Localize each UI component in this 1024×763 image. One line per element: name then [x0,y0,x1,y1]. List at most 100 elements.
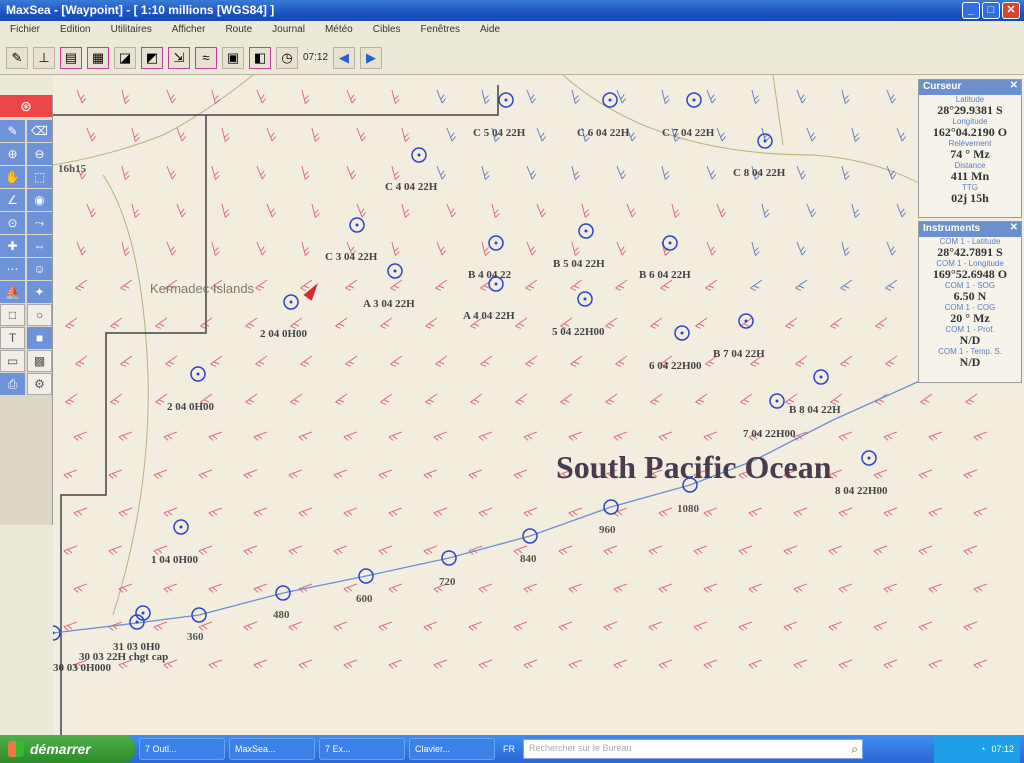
pattern-tool-icon[interactable]: ▩ [27,350,52,372]
minimize-button[interactable]: _ [962,2,980,19]
wind-barb [73,431,88,441]
taskbar-item-outlook[interactable]: 7 Outl... [139,738,225,760]
menu-edition[interactable]: Edition [60,24,91,38]
route-tool-icon[interactable]: ⤳ [27,212,52,234]
forward-arrow-icon[interactable]: ▶ [360,46,383,69]
waypoint-label: C 3 04 22H [325,251,378,263]
ruler-tool-button[interactable]: ⊥ [33,46,55,69]
wind-barb [478,431,493,441]
wind-barb [198,469,213,479]
wind-barb [706,241,717,256]
wind-barb [783,621,798,631]
wind-barb [560,393,573,405]
menu-afficher[interactable]: Afficher [172,24,206,38]
wind-barb [806,127,817,142]
close-icon[interactable]: ✕ [1010,222,1018,233]
close-icon[interactable]: ✕ [1010,80,1018,91]
wind-barb [300,355,313,367]
boat-tool-icon[interactable]: ⛵ [0,281,25,303]
measure-tool-icon[interactable]: ⇔ [27,235,52,257]
fill-tool-icon[interactable]: ■ [27,327,52,349]
cursor-longitude-value: 162°04.2190 O [932,125,1008,139]
wind-barb [570,355,583,367]
circle-tool-icon[interactable]: ○ [27,304,52,326]
wind-barb [965,393,978,405]
maximize-button[interactable]: □ [982,2,1000,19]
menu-meteo[interactable]: Météo [325,24,353,38]
search-icon[interactable]: ⌕ [851,742,858,757]
zoom-out-icon[interactable]: ⊖ [27,143,52,165]
chart-map[interactable]: 16h15 Kermadec Islands South Pacific Oce… [53,75,1024,735]
marker-tool-button[interactable]: ✎ [0,120,25,142]
grib-button[interactable]: ⇲ [168,46,190,69]
wind-barb [838,431,853,441]
start-button[interactable]: démarrer [0,735,135,763]
pencil-tool-button[interactable]: ✎ [6,46,28,69]
overlay-button[interactable]: ◧ [249,46,271,69]
layers-button[interactable]: ▤ [60,46,82,69]
wind-barb [266,127,277,142]
eraser-tool-button[interactable]: ⌫ [27,120,52,142]
menu-route[interactable]: Route [225,24,252,38]
symbol-tool-icon[interactable]: ☺ [27,258,52,280]
menu-fichier[interactable]: Fichier [10,24,40,38]
clock-icon[interactable]: ◷ [276,46,298,69]
language-indicator[interactable]: FR [499,740,519,758]
wind-barb [716,203,727,218]
wind-barb [885,355,898,367]
select-icon[interactable]: ⬚ [27,166,52,188]
menu-cibles[interactable]: Cibles [373,24,401,38]
desktop-search-input[interactable]: Rechercher sur le Bureau ⌕ [523,739,863,759]
wind-barb [525,355,538,367]
close-button[interactable]: ✕ [1002,2,1020,19]
wind-barb [693,545,708,555]
taskbar-item-maxsea[interactable]: MaxSea... [229,738,315,760]
waypoint-tool-icon[interactable]: ⊙ [0,212,25,234]
wind-barb [380,317,393,329]
wind-barb [333,621,348,631]
wind-barb [110,393,123,405]
wind-barb [571,165,580,180]
route-layer-button[interactable]: ◪ [114,46,136,69]
track-tool-icon[interactable]: ⋯ [0,258,25,280]
waypoint-center-dot [692,98,696,102]
lifebuoy-icon[interactable]: ⊛ [0,95,52,117]
clock[interactable]: 07:12 [991,744,1014,754]
back-arrow-icon[interactable]: ◀ [333,46,356,69]
weather-layer-button[interactable]: ◩ [141,46,163,69]
wind-barb [343,431,358,441]
instr-longitude-value: 169°52.6948 O [932,267,1008,281]
wind-barb [695,317,708,329]
network-icon[interactable]: ◔ [980,744,985,754]
task-label: 7 Outl... [145,744,177,754]
mark-tool-icon[interactable]: ✚ [0,235,25,257]
distance-label: 960 [599,524,616,536]
wind-barb [266,203,277,218]
current-button[interactable]: ≈ [195,46,217,69]
menu-fenetres[interactable]: Fenêtres [421,24,460,38]
settings-tool-icon[interactable]: ⚙ [27,373,52,395]
wind-barb [661,165,670,180]
eye-icon[interactable]: ◉ [27,189,52,211]
wind-barb [335,393,348,405]
instruments-button[interactable]: ▣ [222,46,244,69]
time-display[interactable]: 07:12 [303,52,328,63]
menu-utilitaires[interactable]: Utilitaires [111,24,152,38]
zoom-in-icon[interactable]: ⊕ [0,143,25,165]
taskbar-item-keyboard[interactable]: Clavier... [409,738,495,760]
wind-barb [243,469,258,479]
wind-barb [63,545,78,555]
tool-sidebar: ⊛ ✎ ⌫ ⊕ ⊖ ✋ ⬚ ∠ ◉ ⊙ ⤳ ✚ ⇔ ⋯ ☺ ⛵ ✦ □ ○ T ■ ▭ ▩ ⎙ ⚙ [0,95,53,525]
print-tool-icon[interactable]: ⎙ [0,373,25,395]
text-tool-icon[interactable]: T [0,327,25,349]
menu-journal[interactable]: Journal [272,24,305,38]
grid-tool-icon[interactable]: ▭ [0,350,25,372]
taskbar-item-explorer[interactable]: 7 Ex... [319,738,405,760]
angle-tool-icon[interactable]: ∠ [0,189,25,211]
photo-tool-icon[interactable]: ✦ [27,281,52,303]
boat-icon[interactable] [303,280,322,301]
hand-pan-icon[interactable]: ✋ [0,166,25,188]
chart-layer-button[interactable]: ▦ [87,46,109,69]
square-tool-icon[interactable]: □ [0,304,25,326]
menu-aide[interactable]: Aide [480,24,500,38]
